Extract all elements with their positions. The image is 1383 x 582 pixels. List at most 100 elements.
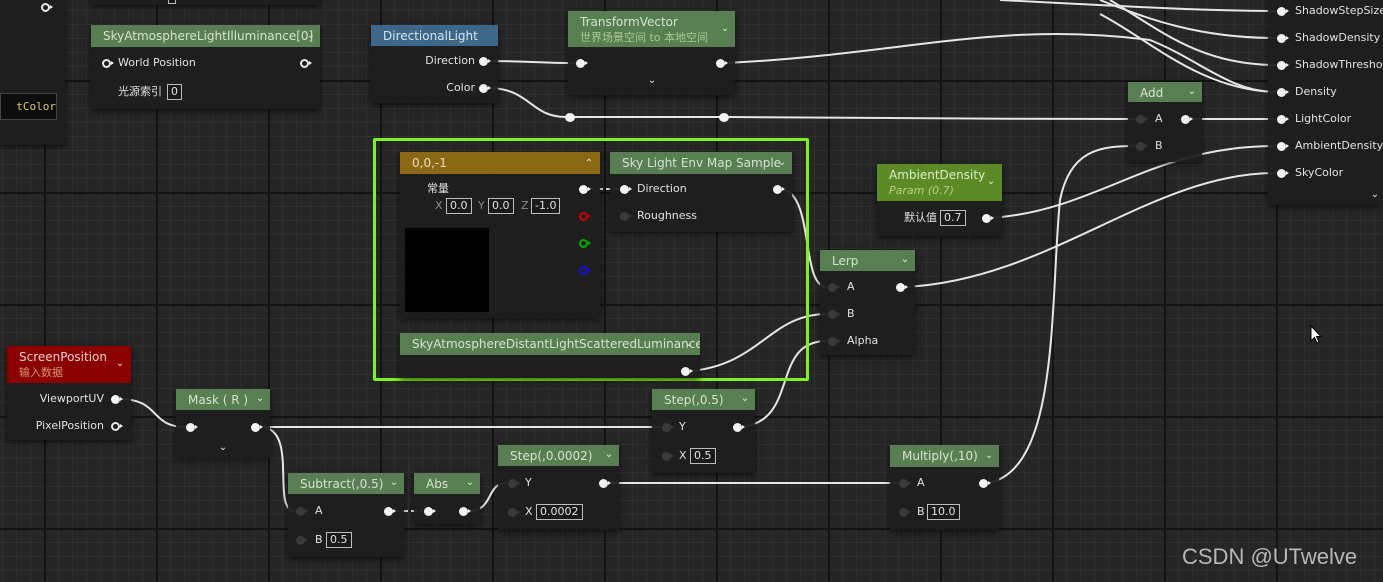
chevron-down-icon[interactable]: ⌄ [719,23,731,35]
input-pin-a[interactable] [898,478,911,488]
node-header[interactable]: Lerp ⌄ [820,250,915,271]
output-pin[interactable] [299,58,312,68]
chevron-down-icon[interactable]: ⌄ [1186,86,1198,98]
node-mask-r[interactable]: Mask ( R ) ⌄ ⌄ [176,389,270,458]
output-pin-rgb[interactable] [578,184,591,194]
chevron-down-icon[interactable]: ⌄ [603,449,615,461]
node-header[interactable]: SkyAtmosphereLightIlluminance[0] ⌄ [91,25,320,47]
node-header[interactable]: Multiply(,10) ⌄ [890,445,999,467]
chevron-down-icon[interactable]: ⌄ [1369,189,1381,201]
input-pin-b[interactable] [1135,141,1148,151]
node-ambient-density-param[interactable]: AmbientDensity Param (0.7) ⌄ 默认值 0.7 [877,164,1002,236]
node-directional-light[interactable]: DirectionalLight Direction Color [371,25,498,103]
input-pin-b[interactable] [295,535,308,545]
node-screen-position[interactable]: ScreenPosition 输入数据 ⌄ ViewportUV PixelPo… [7,346,131,440]
material-graph-canvas[interactable]: tColor SkyAtmosphereLightIlluminance[0] … [0,0,1383,582]
chevron-down-icon[interactable]: ⌄ [985,176,997,188]
input-pin-a[interactable] [295,506,308,516]
partial-top-node[interactable] [91,0,320,5]
chevron-down-icon[interactable]: ⌄ [899,254,911,266]
output-pin-direction[interactable] [478,56,491,66]
input-pin-y[interactable] [661,422,674,432]
default-value-input[interactable]: 0.7 [940,210,966,226]
node-header[interactable]: Mask ( R ) ⌄ [176,389,270,410]
output-pin[interactable] [895,282,908,292]
x-value-input[interactable]: 0.0002 [536,504,583,520]
chevron-down-icon[interactable]: ⌄ [254,393,266,405]
chevron-down-icon[interactable]: ⌄ [388,477,400,489]
output-pin[interactable] [981,213,994,223]
output-pin-pixel-position[interactable] [110,421,123,431]
output-pin-b[interactable] [578,265,591,275]
node-sky-light-env-map-sample[interactable]: Sky Light Env Map Sample ⌄ Direction Rou… [610,152,792,232]
output-pin[interactable] [772,184,785,194]
node-header[interactable]: Step(,0.0002) ⌄ [498,445,619,466]
chevron-down-icon[interactable]: ⌄ [983,450,995,462]
chevron-down-icon[interactable]: ⌄ [464,477,476,489]
node-header[interactable]: DirectionalLight [371,25,498,46]
input-pin-b[interactable] [827,309,840,319]
node-lerp[interactable]: Lerp ⌄ A B Alpha [820,250,915,355]
input-pin-sky-color[interactable] [1276,168,1289,178]
node-header[interactable]: 0,0,-1 ⌃ [400,152,600,174]
chevron-down-icon[interactable]: ⌄ [683,338,695,350]
reroute-node[interactable] [565,112,575,122]
input-pin-x[interactable] [661,451,674,461]
chevron-up-icon[interactable]: ⌃ [583,158,595,170]
output-pin[interactable] [40,2,53,12]
node-transform-vector[interactable]: TransformVector 世界场景空间 to 本地空间 ⌄ ⌄ [568,11,735,95]
b-value-input[interactable]: 0.5 [326,532,352,548]
node-header[interactable]: Step(,0.5) ⌄ [652,389,755,410]
color-field[interactable]: tColor [0,93,57,120]
x-value-input[interactable]: 0.5 [690,448,716,464]
output-pin[interactable] [680,366,693,376]
chevron-down-icon[interactable]: ⌄ [646,75,658,87]
output-pin-color[interactable] [478,83,491,93]
chevron-down-icon[interactable]: ⌄ [739,393,751,405]
light-index-input[interactable]: 0 [167,84,182,100]
output-pin[interactable] [1180,114,1193,124]
chevron-down-icon[interactable]: ⌄ [305,30,317,42]
input-pin-b[interactable] [898,507,911,517]
node-add[interactable]: Add ⌄ A B [1128,82,1202,162]
output-pin[interactable] [978,478,991,488]
node-header[interactable]: Subtract(,0.5) ⌄ [288,473,404,494]
input-pin-shadow-density[interactable] [1276,33,1289,43]
node-header[interactable]: Sky Light Env Map Sample ⌄ [610,152,792,174]
input-pin-light-color[interactable] [1276,114,1289,124]
value-box[interactable] [168,0,176,4]
node-abs[interactable]: Abs ⌄ [414,473,480,524]
input-pin[interactable] [575,58,588,68]
reroute-node[interactable] [719,112,729,122]
input-pin-y[interactable] [507,478,520,488]
output-pin[interactable] [715,58,728,68]
chevron-down-icon[interactable]: ⌄ [217,442,229,454]
output-pin[interactable] [598,478,611,488]
node-header[interactable]: SkyAtmosphereDistantLightScatteredLumina… [400,333,700,355]
input-pin[interactable] [423,506,436,516]
b-value-input[interactable]: 10.0 [927,504,960,520]
output-pin-r[interactable] [578,211,591,221]
y-value-input[interactable]: 0.0 [488,198,514,214]
input-pin-shadow-threshold[interactable] [1276,60,1289,70]
output-pin[interactable] [458,506,471,516]
node-subtract[interactable]: Subtract(,0.5) ⌄ A B 0.5 [288,473,404,557]
node-sky-atmosphere-light-illuminance[interactable]: SkyAtmosphereLightIlluminance[0] ⌄ World… [91,25,320,109]
input-pin-a[interactable] [1135,114,1148,124]
node-step-0-0002[interactable]: Step(,0.0002) ⌄ Y X 0.0002 [498,445,619,530]
chevron-down-icon[interactable]: ⌄ [114,358,126,370]
chevron-down-icon[interactable]: ⌄ [776,157,788,169]
input-pin[interactable] [185,422,198,432]
output-pin[interactable] [250,422,263,432]
input-pin-ambient-density[interactable] [1276,141,1289,151]
node-sky-atmosphere-distant-light[interactable]: SkyAtmosphereDistantLightScatteredLumina… [400,333,700,378]
input-pin-roughness[interactable] [619,211,632,221]
node-header[interactable]: Add ⌄ [1128,82,1202,102]
node-header[interactable]: ScreenPosition 输入数据 ⌄ [7,346,131,383]
output-pin[interactable] [383,506,396,516]
node-step-0-5[interactable]: Step(,0.5) ⌄ Y X 0.5 [652,389,755,473]
node-output[interactable]: ShadowStepSize ShadowDensity ShadowThres… [1268,0,1383,205]
z-value-input[interactable]: -1.0 [531,198,561,214]
node-constant3-vector[interactable]: 0,0,-1 ⌃ 常量 X 0.0 Y 0.0 Z -1.0 [400,152,600,318]
node-header[interactable]: TransformVector 世界场景空间 to 本地空间 ⌄ [568,11,735,47]
